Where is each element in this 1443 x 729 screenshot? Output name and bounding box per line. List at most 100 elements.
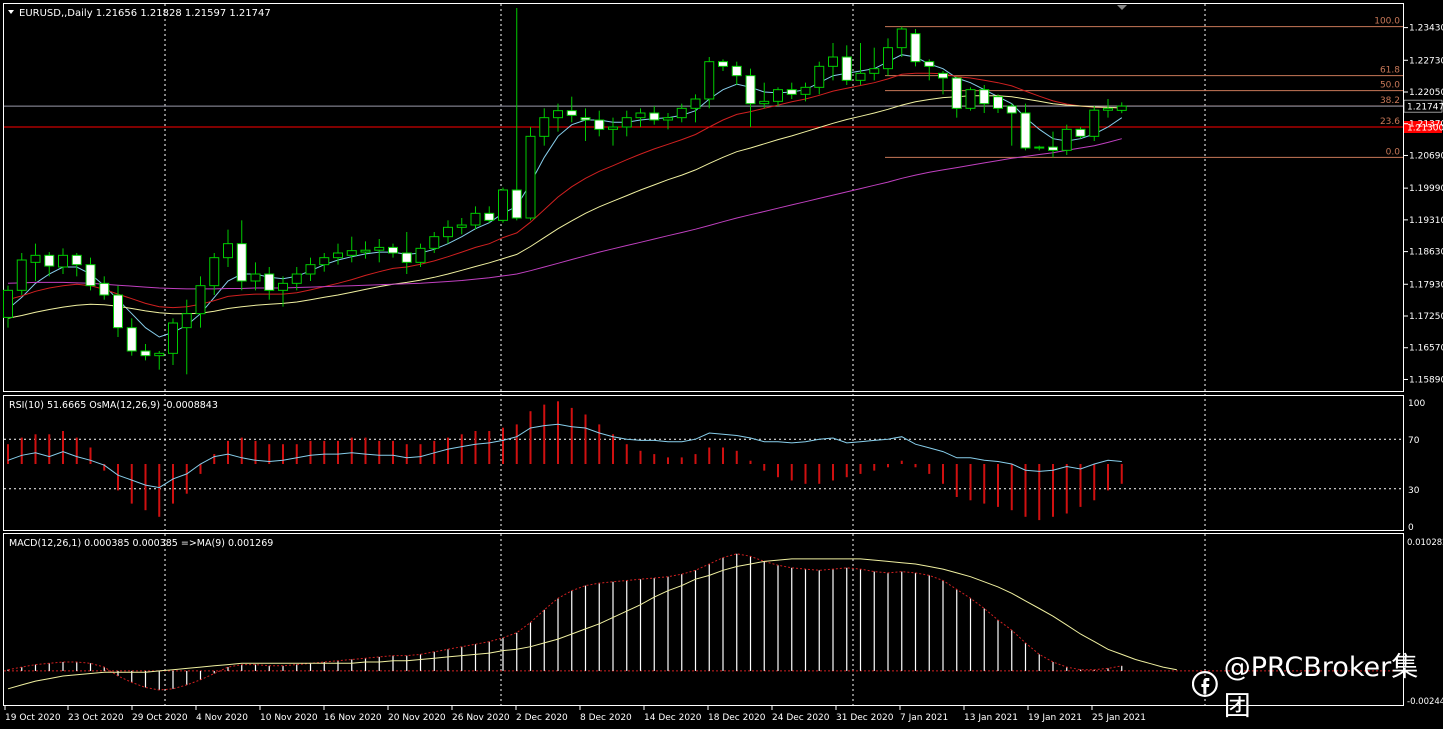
candle-body-up [3,289,13,318]
candle-body-up [470,212,481,226]
candle-body-up [828,56,838,67]
price-panel-frame [3,3,1404,392]
candle-body-down [1006,105,1017,114]
candle-body-down [401,252,412,263]
candle-body-down [649,112,660,121]
candle-body-down [1020,112,1031,149]
time-tick-label: 4 Nov 2020 [196,713,248,723]
candle-body-down [113,294,123,329]
candle-body-down [718,61,728,67]
candle-body-down [731,65,742,77]
candle-body-down [264,273,275,291]
candle-body-down [910,33,921,63]
candle-body-up [429,236,440,249]
time-tick-label: 13 Jan 2021 [964,713,1018,723]
candle-body-down [951,77,962,109]
candle-body-down [511,189,522,219]
candle-body-up [608,126,618,130]
candle-body-down [566,110,577,116]
candle-body-up [58,254,68,268]
candle-body-down [938,72,948,79]
candle-body-down [388,246,398,254]
fib-level-label: 38.2 [1380,96,1400,106]
rsi-tick-label: 70 [1408,436,1420,446]
candle-body-up [869,68,880,74]
candle-body-down [99,282,110,296]
time-tick-label: 29 Oct 2020 [132,713,188,723]
price-tick-label: 1.22730 [1409,56,1443,66]
candlesticks [3,8,1127,375]
candle-body-up [415,247,426,263]
candle-body-down [140,350,151,357]
time-tick-label: 16 Nov 2020 [324,713,382,723]
rsi-panel: 100 70 30 0 [4,399,1425,533]
price-axis: 1.23430 1.22730 1.22050 1.21370 1.20690 1.199… [1403,24,1443,385]
collapse-triangle-icon[interactable] [8,10,14,14]
rsi-tick-label: 30 [1408,486,1420,496]
price-tick-label: 1.18630 [1409,248,1443,258]
price-tick-label: 1.20690 [1409,151,1443,161]
time-tick-label: 2 Dec 2020 [516,713,568,723]
price-tick-label: 1.23430 [1409,24,1443,34]
macd-label: MACD(12,26,1) 0.000385 0.000385 =>MA(9) … [9,538,273,549]
time-tick-label: 20 Nov 2020 [388,713,446,723]
candle-body-up [1103,107,1113,111]
candle-body-up [855,72,866,81]
candle-body-down [993,96,1003,109]
candle-body-up [168,322,178,354]
horizontal-lines: 1.217471.21300 [4,99,1443,134]
candle-body-up [374,246,385,251]
candle-body-down [594,119,605,130]
fib-level-label: 0.0 [1386,147,1401,157]
candle-body-up [800,86,811,95]
candle-body-up [250,273,261,282]
candle-body-up [635,112,646,119]
fib-level-label: 50.0 [1380,81,1400,91]
moving-average-line [7,95,1122,319]
candle-body-up [1034,146,1045,149]
candle-body-up [181,313,192,329]
watermark: @PRCBroker集团 [1192,652,1443,722]
candle-body-up [291,273,302,284]
moving-average-line [7,138,1122,290]
candle-body-down [1075,128,1086,137]
price-tick-label: 1.17250 [1409,312,1443,322]
price-tick-label: 1.22050 [1409,88,1443,98]
fibonacci-retracement: 100.0 61.8 50.0 38.2 23.6 0.0 [885,17,1403,158]
current-price-label: 1.21747 [1407,103,1443,113]
rsi-tick-label: 0 [1408,523,1414,533]
candle-body-up [704,61,715,100]
candle-body-up [759,100,770,105]
fib-level-label: 61.8 [1380,66,1400,76]
candle-body-up [553,110,563,119]
candle-body-up [30,254,41,263]
candle-body-up [456,224,467,228]
candle-body-up [883,47,893,70]
candle-body-up [525,135,536,219]
candle-body-down [979,89,990,105]
macd-tick-label: 0.010282 [1407,538,1443,548]
time-tick-label: 14 Dec 2020 [644,713,702,723]
candle-body-down [484,212,495,221]
shift-marker-icon[interactable] [1117,5,1127,10]
fib-level-label: 23.6 [1380,117,1400,127]
price-tick-label: 1.16570 [1409,344,1443,354]
macd-signal-line [7,558,1177,690]
candle-body-up [195,285,206,315]
time-tick-label: 31 Dec 2020 [836,713,894,723]
candle-body-down [745,75,756,105]
time-tick-label: 8 Dec 2020 [580,713,632,723]
time-tick-label: 19 Jan 2021 [1028,713,1082,723]
time-tick-label: 24 Dec 2020 [772,713,830,723]
time-tick-label: 23 Oct 2020 [68,713,124,723]
candle-body-up [346,250,357,256]
candle-body-up [965,89,976,109]
candle-body-up [1061,128,1072,151]
candle-body-down [85,264,96,287]
price-tick-label: 1.19990 [1409,184,1443,194]
candle-body-down [580,117,591,121]
fib-level-label: 100.0 [1374,17,1400,27]
time-tick-label: 25 Jan 2021 [1092,713,1146,723]
candle-body-up [223,243,233,259]
candle-body-down [44,254,55,267]
